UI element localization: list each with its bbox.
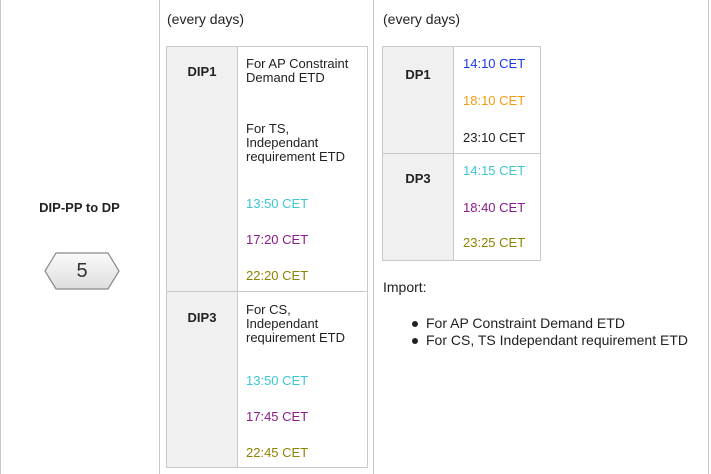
table-divider-1 [159,0,160,474]
dp3-time-2: 18:40 CET [463,200,526,215]
bullet-icon [412,338,418,344]
dip3-label-cell: DIP3 [167,292,238,467]
dp3-label-cell: DP3 [383,154,454,260]
dp3-time-1: 14:15 CET [463,163,526,178]
import-item-1: For AP Constraint Demand ETD [426,315,625,331]
import-item-2: For CS, TS Independant requirement ETD [426,332,688,348]
import-label: Import: [383,279,427,295]
step-badge: 5 [44,252,120,290]
dip1-time-1: 13:50 CET [246,196,309,211]
dp1-label: DP1 [405,67,431,82]
dip3-description-1: For CS, Independant requirement ETD [246,302,345,345]
dip3-label: DIP3 [187,310,217,325]
bullet-icon [412,321,418,327]
dip1-description-1: For AP Constraint Demand ETD [246,56,349,85]
dp1-label-cell: DP1 [383,47,454,153]
dp1-time-1: 14:10 CET [463,56,526,71]
dip1-time-3: 22:20 CET [246,268,309,283]
dip3-time-2: 17:45 CET [246,409,309,424]
middle-schedule-note: (every days) [167,11,245,27]
table-divider-2 [373,0,374,474]
dp1-time-2: 18:10 CET [463,93,526,108]
dip-table: DIP1 For AP Constraint Demand ETD For TS… [166,46,368,468]
step-title: DIP-PP to DP [39,200,120,215]
dip1-description-2: For TS, Independant requirement ETD [246,121,345,164]
dp3-time-3: 23:25 CET [463,235,526,250]
dp-table: DP1 14:10 CET 18:10 CET 23:10 CET DP3 14… [382,46,541,261]
right-schedule-note: (every days) [383,11,461,27]
dp3-label: DP3 [405,171,431,186]
dip1-label-cell: DIP1 [167,47,238,291]
dip3-time-3: 22:45 CET [246,445,309,460]
table-border-right [708,0,709,474]
dip3-time-1: 13:50 CET [246,373,309,388]
dip1-label: DIP1 [187,64,217,79]
dp1-time-3: 23:10 CET [463,130,526,145]
step-number: 5 [76,260,88,282]
dip1-time-2: 17:20 CET [246,232,309,247]
table-border-left [0,0,1,474]
procedure-table-row: DIP-PP to DP 5 (every days) DIP1 For AP … [0,0,711,474]
